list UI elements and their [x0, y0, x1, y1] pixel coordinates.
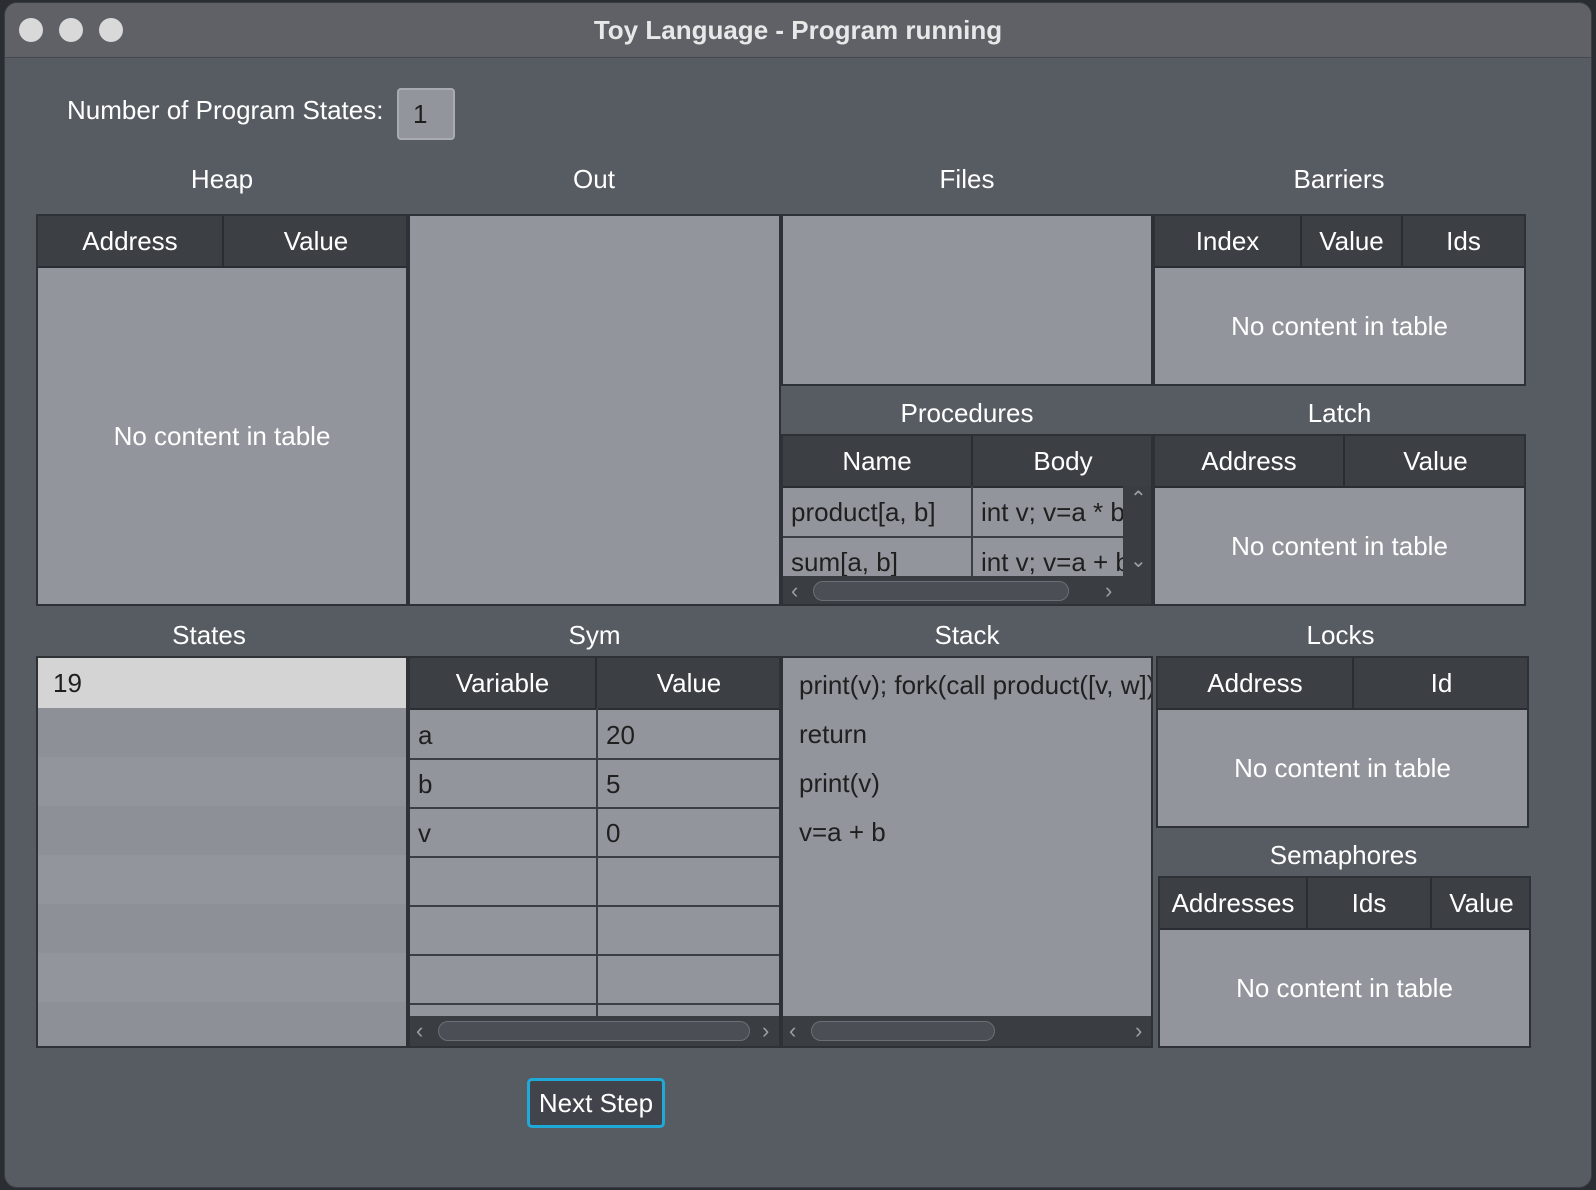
- sym-variable-cell[interactable]: v: [410, 809, 596, 857]
- state-list-item[interactable]: 19: [38, 658, 406, 708]
- sym-value-cell[interactable]: 0: [598, 809, 778, 857]
- files-list[interactable]: [781, 214, 1153, 386]
- sym-variable-header[interactable]: Variable: [410, 658, 597, 708]
- barriers-title: Barriers: [1293, 164, 1385, 194]
- semaphores-addresses-header[interactable]: Addresses: [1160, 878, 1308, 928]
- scrollbar-thumb[interactable]: [438, 1021, 750, 1041]
- locks-address-header[interactable]: Address: [1158, 658, 1354, 708]
- program-states-label: Number of Program States:: [67, 95, 384, 125]
- barriers-value-header[interactable]: Value: [1302, 216, 1403, 266]
- scroll-left-icon[interactable]: ‹: [789, 1016, 796, 1046]
- sym-value-cell[interactable]: 20: [598, 711, 778, 759]
- heap-value-header[interactable]: Value: [224, 216, 406, 266]
- latch-table[interactable]: Address Value No content in table: [1153, 434, 1526, 606]
- procedure-name-cell[interactable]: product[a, b]: [783, 488, 971, 536]
- stack-item[interactable]: return: [799, 719, 867, 750]
- heap-address-header[interactable]: Address: [38, 216, 224, 266]
- sym-horizontal-scrollbar[interactable]: ‹ ›: [410, 1016, 779, 1046]
- procedures-vertical-scrollbar[interactable]: ⌃ ⌄: [1123, 486, 1151, 576]
- stack-list[interactable]: print(v); fork(call product([v, w]); f r…: [781, 656, 1153, 1048]
- locks-empty-placeholder: No content in table: [1234, 753, 1451, 783]
- sym-value-header[interactable]: Value: [597, 658, 779, 708]
- barriers-ids-header[interactable]: Ids: [1403, 216, 1524, 266]
- sym-title: Sym: [568, 620, 621, 650]
- stack-title: Stack: [934, 620, 1000, 650]
- scrollbar-thumb[interactable]: [813, 581, 1069, 601]
- scroll-down-icon[interactable]: ⌄: [1130, 548, 1147, 573]
- state-id: 19: [53, 668, 82, 698]
- heap-table[interactable]: Address Value No content in table: [36, 214, 408, 606]
- procedures-table[interactable]: Name Body product[a, b] int v; v=a * b; …: [781, 434, 1153, 606]
- stack-item[interactable]: v=a + b: [799, 817, 886, 848]
- heap-title: Heap: [190, 164, 254, 194]
- out-title: Out: [573, 164, 615, 194]
- scroll-right-icon[interactable]: ›: [1135, 1016, 1142, 1046]
- procedures-body-header[interactable]: Body: [973, 436, 1151, 486]
- sym-value-cell[interactable]: 5: [598, 760, 778, 808]
- app-window: Toy Language - Program running Number of…: [5, 3, 1591, 1187]
- next-step-button[interactable]: Next Step: [527, 1078, 665, 1128]
- procedures-title: Procedures: [900, 398, 1034, 428]
- semaphores-title: Semaphores: [1269, 840, 1418, 870]
- semaphores-value-header[interactable]: Value: [1432, 878, 1529, 928]
- locks-id-header[interactable]: Id: [1354, 658, 1527, 708]
- latch-title: Latch: [1307, 398, 1372, 428]
- scroll-left-icon[interactable]: ‹: [791, 576, 798, 604]
- procedures-name-header[interactable]: Name: [783, 436, 973, 486]
- sym-variable-cell[interactable]: a: [410, 711, 596, 759]
- heap-empty-placeholder: No content in table: [113, 421, 331, 451]
- procedures-horizontal-scrollbar[interactable]: ‹ ›: [783, 576, 1151, 604]
- stack-item[interactable]: print(v): [799, 768, 880, 799]
- scroll-right-icon[interactable]: ›: [1105, 576, 1112, 604]
- semaphores-ids-header[interactable]: Ids: [1308, 878, 1432, 928]
- semaphores-empty-placeholder: No content in table: [1236, 973, 1453, 1003]
- sym-table[interactable]: Variable Value a 20 b 5 v 0 ‹ ›: [408, 656, 781, 1048]
- semaphores-table[interactable]: Addresses Ids Value No content in table: [1158, 876, 1531, 1048]
- files-title: Files: [939, 164, 995, 194]
- states-list[interactable]: 19: [36, 656, 408, 1048]
- program-states-count-field[interactable]: 1: [397, 88, 455, 140]
- title-bar: Toy Language - Program running: [5, 3, 1591, 58]
- locks-title: Locks: [1306, 620, 1375, 650]
- locks-table[interactable]: Address Id No content in table: [1156, 656, 1529, 828]
- scrollbar-thumb[interactable]: [811, 1021, 995, 1041]
- scroll-up-icon[interactable]: ⌃: [1130, 486, 1147, 511]
- barriers-empty-placeholder: No content in table: [1231, 311, 1448, 341]
- barriers-index-header[interactable]: Index: [1155, 216, 1302, 266]
- stack-item[interactable]: print(v); fork(call product([v, w]); f: [799, 670, 1151, 701]
- procedure-body-cell[interactable]: int v; v=a * b;: [973, 488, 1123, 536]
- window-title: Toy Language - Program running: [593, 15, 1003, 45]
- out-list[interactable]: [408, 214, 781, 606]
- states-title: States: [172, 620, 246, 650]
- latch-value-header[interactable]: Value: [1345, 436, 1524, 486]
- stack-horizontal-scrollbar[interactable]: ‹ ›: [783, 1016, 1151, 1046]
- barriers-table[interactable]: Index Value Ids No content in table: [1153, 214, 1526, 386]
- latch-empty-placeholder: No content in table: [1231, 531, 1448, 561]
- scroll-left-icon[interactable]: ‹: [416, 1016, 423, 1046]
- scroll-right-icon[interactable]: ›: [762, 1016, 769, 1046]
- latch-address-header[interactable]: Address: [1155, 436, 1345, 486]
- sym-variable-cell[interactable]: b: [410, 760, 596, 808]
